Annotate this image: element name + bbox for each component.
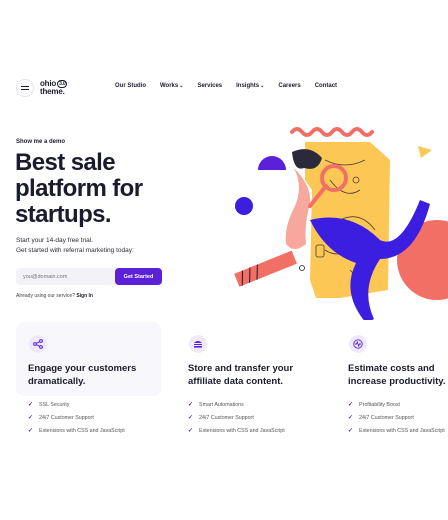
feature-heading-line: affiliate data content. [188,375,284,387]
feature-heading-line: Engage your customers [28,363,137,374]
nav-label: Careers [278,83,301,89]
menu-toggle-button[interactable] [16,79,34,97]
brand-logo[interactable]: ohio 3.0 theme. [40,80,68,96]
hero-title: Best sale platform for startups. [15,150,215,228]
feature-heading-line: increase productivity. [348,375,446,387]
list-item: ✓ Smart Automations [188,398,285,411]
logo-text: theme. [40,87,65,96]
top-nav: ohio 3.0 theme. Our Studio Works⌄ Service… [16,78,436,98]
hero-subtitle-line: Get started with referral marketing toda… [16,247,134,254]
feature-heading-line: Estimate costs and [348,363,435,374]
list-item: ✓ SSL Security [28,398,125,411]
signin-prefix: Already using our service? [16,293,75,299]
nav-item-insights[interactable]: Insights⌄ [236,83,264,89]
feature-list: ✓ Profitability Boost ✓ 24/7 Customer Supp… [348,398,448,437]
dot-decoration [235,197,253,215]
triangle-decoration [418,146,432,158]
check-icon: ✓ [28,402,34,408]
nav-label: Services [197,83,223,89]
striped-bar [234,250,297,287]
pulse-icon [349,335,367,353]
signin-prompt: Already using our service? Sign In [16,293,93,299]
demo-link[interactable]: Show me a demo [16,139,65,145]
nav-item-our-studio[interactable]: Our Studio [115,83,146,89]
list-item: ✓ 24/7 Customer Support [188,411,285,424]
list-item-label: Extensions with CSS and JavaScript [39,427,125,434]
signup-form: Get Started [16,268,162,285]
chevron-down-icon: ⌄ [260,83,265,89]
hamburger-line [21,89,29,91]
feature-heading-line: dramatically. [28,375,86,387]
feature-heading: Estimate costs and increase productivity… [348,363,448,388]
check-icon: ✓ [28,428,34,434]
feature-list: ✓ Smart Automations ✓ 24/7 Customer Suppor… [188,398,285,437]
feature-list: ✓ SSL Security ✓ 24/7 Customer Support ✓ Ex… [28,398,125,437]
chevron-down-icon: ⌄ [179,83,184,89]
check-icon: ✓ [188,402,194,408]
hero-illustration [234,127,448,320]
nav-item-careers[interactable]: Careers [278,83,300,89]
list-item-label: 24/7 Customer Support [39,414,94,421]
hero-title-line: startups. [15,201,112,228]
hero-subtitle-line: Start your 14-day free trial. [16,237,93,244]
signin-link[interactable]: Sign In [76,293,93,299]
hero-title-line: Best sale [15,149,116,176]
list-item: ✓ 24/7 Customer Support [28,411,125,424]
check-icon: ✓ [348,402,354,408]
list-item: ✓ 24/7 Customer Support [348,411,448,424]
hero-subtitle: Start your 14-day free trial. Get starte… [16,236,134,256]
check-icon: ✓ [188,415,194,421]
ring-decoration [299,265,305,271]
wave-decoration [290,127,374,137]
nav-item-services[interactable]: Services [197,83,222,89]
nav-label: Contact [314,83,338,89]
get-started-button[interactable]: Get Started [115,268,162,285]
list-item-label: Extensions with CSS and JavaScript [199,427,285,434]
check-icon: ✓ [28,415,34,421]
nav-item-contact[interactable]: Contact [315,83,337,89]
hamburger-line [21,85,29,87]
feature-heading: Store and transfer your affiliate data c… [188,363,338,388]
list-item: ✓ Extensions with CSS and JavaScript [28,424,125,437]
nav-label: Our Studio [115,83,146,89]
burger-icon [189,335,207,353]
check-icon: ✓ [348,428,354,434]
list-item: ✓ Extensions with CSS and JavaScript [188,424,285,437]
nav-label: Works [160,83,179,89]
hero-title-line: platform for [15,175,143,202]
list-item-label: 24/7 Customer Support [199,414,254,421]
list-item: ✓ Extensions with CSS and JavaScript [348,424,448,437]
share-nodes-icon [29,335,47,353]
half-circle-decoration [258,156,286,170]
main-menu: Our Studio Works⌄ Services Insights⌄ Car… [115,83,337,89]
nav-item-works[interactable]: Works⌄ [160,83,183,89]
check-icon: ✓ [348,415,354,421]
nav-label: Insights [236,83,260,89]
list-item-label: Smart Automations [199,401,244,408]
feature-heading: Engage your customers dramatically. [28,363,178,388]
list-item: ✓ Profitability Boost [348,398,448,411]
email-input[interactable] [16,268,112,285]
list-item-label: 24/7 Customer Support [359,414,414,421]
list-item-label: Profitability Boost [359,401,400,408]
list-item-label: SSL Security [39,401,70,408]
check-icon: ✓ [188,428,194,434]
feature-heading-line: Store and transfer your [188,363,294,374]
list-item-label: Extensions with CSS and JavaScript [359,427,445,434]
